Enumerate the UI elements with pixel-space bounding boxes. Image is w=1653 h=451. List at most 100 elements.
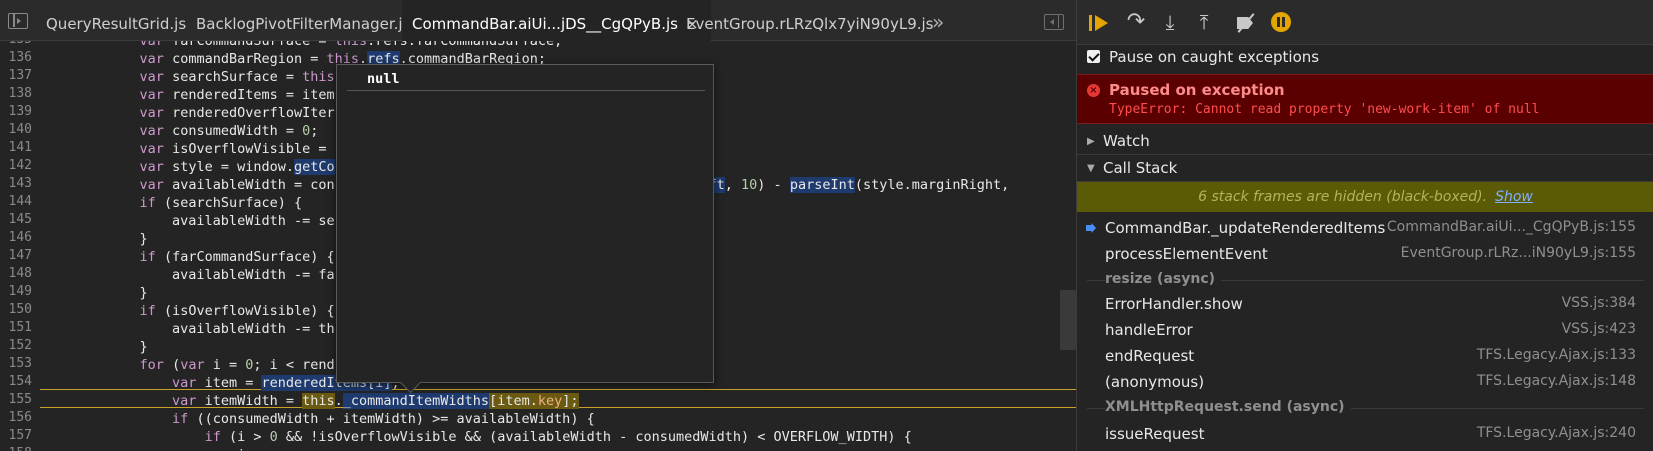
callstack-frame[interactable]: (anonymous) TFS.Legacy.Ajax.js:148 [1077, 370, 1653, 394]
code-line: if (i > 0 && !isOverflowVisible && (avai… [204, 429, 912, 445]
line-number: 139 [8, 104, 32, 119]
callstack-frame[interactable]: issueRequest TFS.Legacy.Ajax.js:240 [1077, 422, 1653, 446]
async-label: XMLHttpRequest.send (async) [1105, 399, 1351, 415]
line-number: 135 [0, 41, 32, 47]
toggle-debugger-icon[interactable] [1044, 14, 1064, 30]
frame-location[interactable]: VSS.js:384 [1562, 295, 1636, 311]
code-line: var itemWidth = this._commandItemWidths[… [172, 393, 579, 409]
code-line: var style = window.getCo [139, 159, 335, 175]
more-tabs-icon[interactable]: » [932, 10, 945, 34]
callstack-frame[interactable]: ErrorHandler.show VSS.js:384 [1077, 292, 1653, 316]
paused-title: Paused on exception [1109, 81, 1285, 99]
async-separator: resize (async) [1077, 268, 1653, 292]
line-number: 143 [8, 176, 32, 191]
line-number: 136 [8, 50, 32, 65]
blackboxed-frames-notice: 6 stack frames are hidden (black-boxed).… [1077, 182, 1653, 212]
frame-name: processElementEvent [1105, 245, 1268, 263]
line-number: 155 [8, 392, 32, 407]
frame-location[interactable]: EventGroup.rLRz...iN90yL9.js:155 [1401, 245, 1636, 261]
frame-name: ErrorHandler.show [1105, 295, 1243, 313]
step-into-icon[interactable]: ⤓ [1159, 12, 1181, 34]
watch-section-header[interactable]: ▶ Watch [1077, 128, 1653, 155]
step-out-icon[interactable]: ⤒ [1193, 12, 1215, 34]
async-separator: XMLHttpRequest.send (async) [1077, 396, 1653, 420]
line-number: 158 [0, 446, 32, 451]
frame-location[interactable]: TFS.Legacy.Ajax.js:148 [1477, 373, 1636, 389]
callstack-frame[interactable]: endRequest TFS.Legacy.Ajax.js:133 [1077, 344, 1653, 368]
blackboxed-text: 6 stack frames are hidden (black-boxed). [1198, 189, 1488, 205]
code-line: availableWidth -= th [42, 321, 335, 337]
line-number: 142 [8, 158, 32, 173]
line-number: 138 [8, 86, 32, 101]
line-number: 156 [8, 410, 32, 425]
pause-on-caught-row[interactable]: Pause on caught exceptions [1077, 44, 1653, 72]
popover-value: null [367, 71, 400, 87]
tab-label: BacklogPivotFilterManager.js [196, 15, 411, 33]
exception-message: TypeError: Cannot read property 'new-wor… [1109, 102, 1540, 117]
frame-location[interactable]: TFS.Legacy.Ajax.js:240 [1477, 425, 1636, 441]
line-number: 146 [8, 230, 32, 245]
line-gutter: 135 136 137 138 139 140 141 142 143 144 … [0, 41, 36, 451]
code-line: var isOverflowVisible = [139, 141, 327, 157]
toggle-navigator-icon[interactable] [8, 13, 28, 29]
deactivate-breakpoints-icon[interactable] [1235, 12, 1257, 34]
line-number: 141 [8, 140, 32, 155]
callstack-frame[interactable]: processElementEvent EventGroup.rLRz...iN… [1077, 242, 1653, 266]
code-line: var consumedWidth = 0; [139, 123, 319, 139]
error-icon: × [1087, 84, 1100, 97]
debugger-toolbar: ↷ ⤓ ⤒ [1077, 0, 1653, 45]
frame-location[interactable]: TFS.Legacy.Ajax.js:133 [1477, 347, 1636, 363]
code-line: if (searchSurface) { [139, 195, 303, 211]
code-line: var farCommandSurface = this.refs.farCom… [139, 41, 563, 49]
code-line: if ((consumedWidth + itemWidth) >= avail… [172, 411, 595, 427]
code-line: } [42, 285, 148, 301]
line-number: 153 [8, 356, 32, 371]
line-number: 151 [8, 320, 32, 335]
code-line: } [42, 339, 148, 355]
pause-on-caught-label: Pause on caught exceptions [1109, 48, 1320, 66]
code-line: i--; [42, 446, 270, 451]
line-number: 149 [8, 284, 32, 299]
frame-name: issueRequest [1105, 425, 1205, 443]
popover-divider [347, 90, 705, 91]
expand-triangle-icon: ▶ [1087, 136, 1095, 147]
frame-name: (anonymous) [1105, 373, 1205, 391]
tab-label: QueryResultGrid.js [46, 15, 187, 33]
debugger-sidebar: ↷ ⤓ ⤒ Pause on caught exceptions × Pause… [1076, 0, 1653, 451]
resume-icon[interactable] [1089, 12, 1111, 34]
callstack-frame[interactable]: handleError VSS.js:423 [1077, 318, 1653, 342]
pause-on-exceptions-icon[interactable] [1271, 12, 1291, 32]
tab-backlog-pivot-filter-manager[interactable]: BacklogPivotFilterManager.js [196, 0, 410, 40]
frame-name: endRequest [1105, 347, 1195, 365]
editor-tab-bar: QueryResultGrid.js BacklogPivotFilterMan… [0, 0, 1076, 41]
line-number: 152 [8, 338, 32, 353]
tab-eventgroup[interactable]: EventGroup.rLRzQlx7yiN90yL9.js [686, 0, 934, 40]
callstack-frame[interactable]: CommandBar._updateRenderedItems CommandB… [1077, 216, 1653, 240]
async-label: resize (async) [1105, 271, 1222, 287]
pause-on-caught-checkbox[interactable] [1087, 50, 1100, 63]
line-number: 157 [8, 428, 32, 443]
line-number: 145 [8, 212, 32, 227]
callstack-section-header[interactable]: ▼ Call Stack [1077, 155, 1653, 182]
code-line: } [42, 231, 148, 247]
code-line: var searchSurface = this [139, 69, 335, 85]
current-frame-arrow-icon [1086, 223, 1096, 233]
code-line: var renderedItems = item [139, 87, 335, 103]
step-over-icon[interactable]: ↷ [1125, 11, 1147, 34]
show-blackboxed-link[interactable]: Show [1495, 189, 1533, 205]
tab-query-result-grid[interactable]: QueryResultGrid.js [46, 0, 186, 40]
code-line: for (var i = 0; i < rend [139, 357, 335, 373]
paused-on-exception-banner: × Paused on exception TypeError: Cannot … [1077, 74, 1653, 124]
line-number: 137 [8, 68, 32, 83]
frame-location[interactable]: CommandBar.aiUi..._CgQPyB.js:155 [1387, 219, 1636, 235]
frame-location[interactable]: VSS.js:423 [1562, 321, 1636, 337]
editor-scrollbar[interactable] [1060, 290, 1076, 350]
tab-commandbar[interactable]: CommandBar.aiUi...jDS__CgQPyB.js × [402, 0, 711, 41]
frame-name: handleError [1105, 321, 1193, 339]
line-number: 140 [8, 122, 32, 137]
code-line: if (isOverflowVisible) { [139, 303, 335, 319]
watch-label: Watch [1103, 132, 1150, 150]
collapse-triangle-icon: ▼ [1087, 163, 1095, 174]
tab-label: EventGroup.rLRzQlx7yiN90yL9.js [686, 15, 934, 33]
frame-name: CommandBar._updateRenderedItems [1105, 219, 1386, 237]
